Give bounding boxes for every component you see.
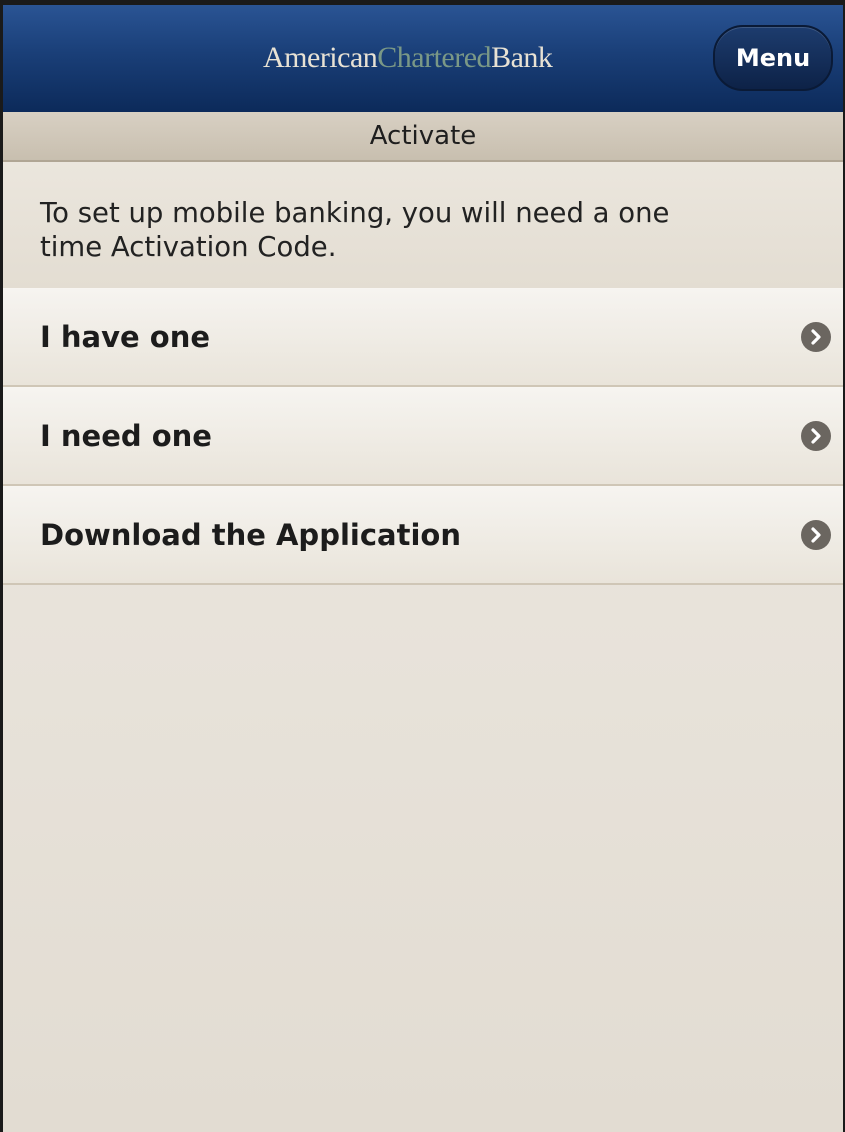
list-item-i-have-one[interactable]: I have one xyxy=(3,288,843,387)
bank-logo: AmericanCharteredBank xyxy=(263,41,553,75)
app-header: AmericanCharteredBank Menu xyxy=(3,5,843,113)
intro-text: To set up mobile banking, you will need … xyxy=(3,162,843,288)
activation-options-list: I have one I need one Download the Appli… xyxy=(3,288,843,585)
menu-button[interactable]: Menu xyxy=(713,25,833,91)
list-item-label: Download the Application xyxy=(40,518,461,552)
chevron-right-icon xyxy=(801,421,831,451)
intro-line-2: time Activation Code. xyxy=(40,231,337,263)
intro-line-1: To set up mobile banking, you will need … xyxy=(40,197,670,229)
list-item-download-application[interactable]: Download the Application xyxy=(3,486,843,585)
logo-word-chartered: Chartered xyxy=(377,41,492,74)
list-item-i-need-one[interactable]: I need one xyxy=(3,387,843,486)
chevron-right-icon xyxy=(801,520,831,550)
chevron-right-icon xyxy=(801,322,831,352)
list-item-label: I need one xyxy=(40,419,212,453)
app-screen: AmericanCharteredBank Menu Activate To s… xyxy=(0,0,845,1132)
page-title: Activate xyxy=(3,112,843,162)
logo-word-bank: Bank xyxy=(491,41,553,74)
list-item-label: I have one xyxy=(40,320,211,354)
logo-word-american: American xyxy=(263,41,378,74)
